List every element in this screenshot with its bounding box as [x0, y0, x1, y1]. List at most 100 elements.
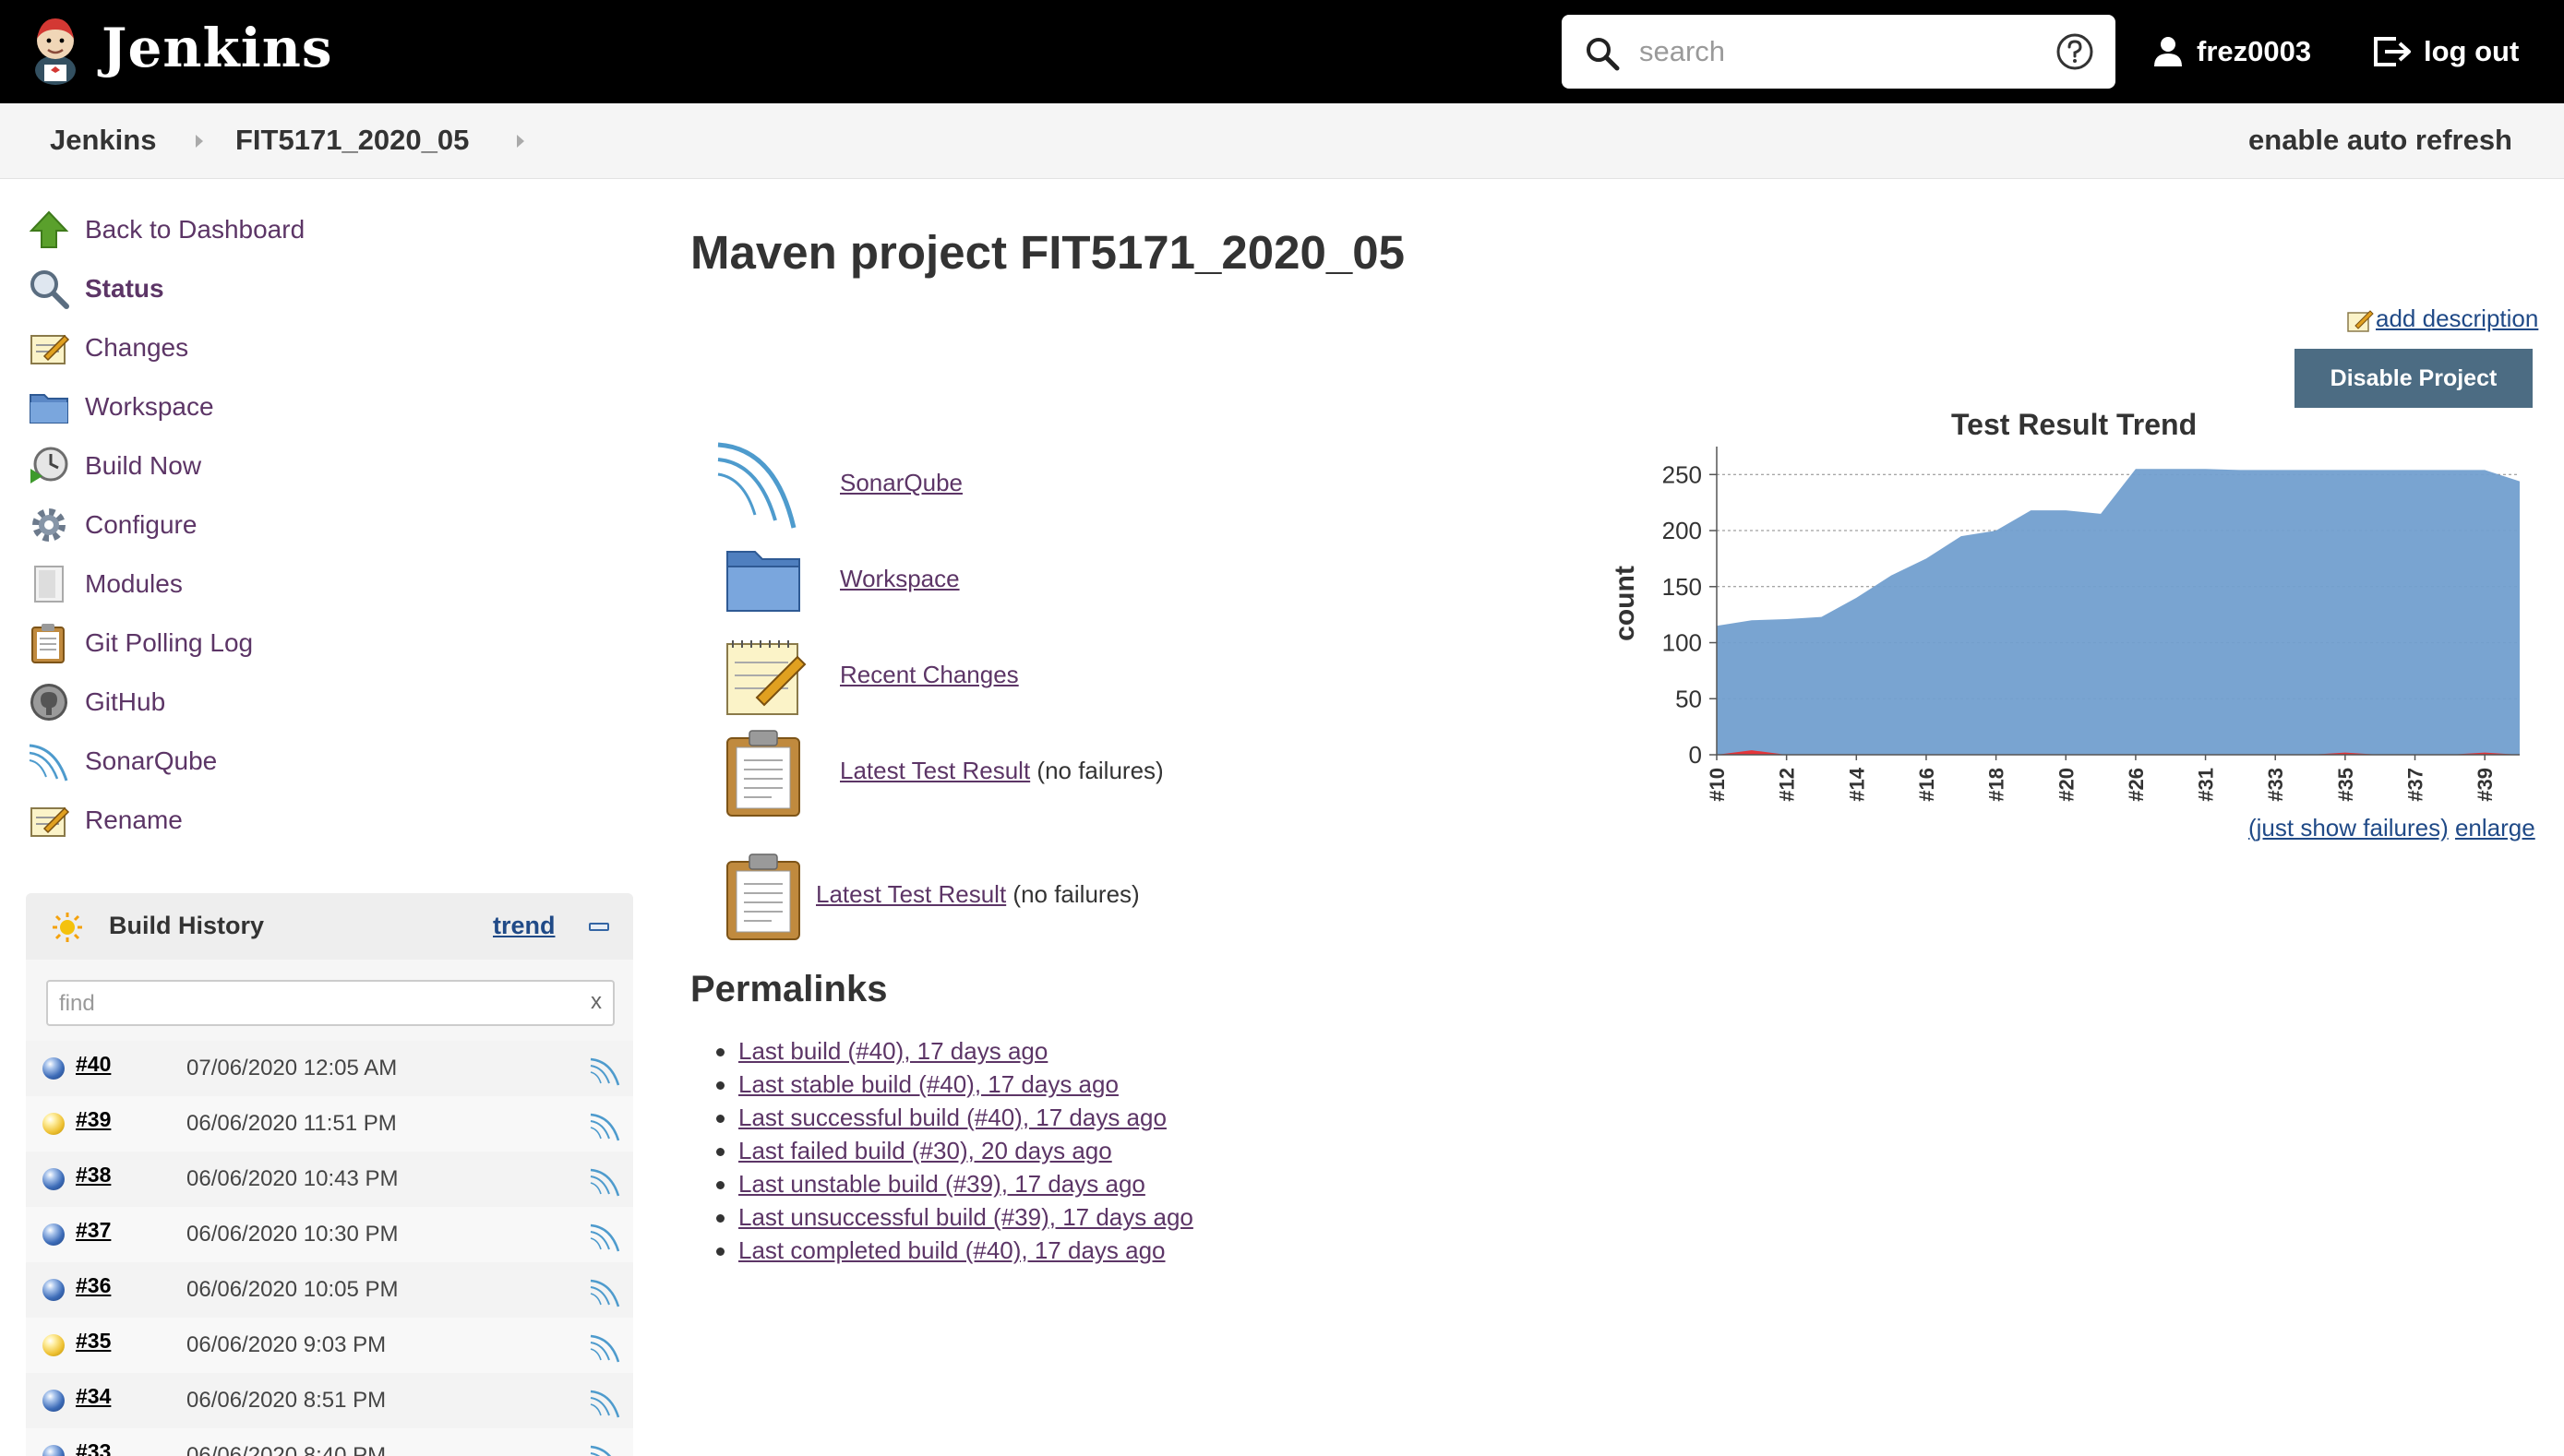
build-number-link[interactable]: #33 [76, 1439, 111, 1456]
clipboard-icon[interactable] [725, 729, 803, 818]
permalink-last-unsuccessful-build[interactable]: Last unsuccessful build (#39), 17 days a… [738, 1203, 1193, 1231]
task-sonarqube[interactable]: SonarQube [28, 738, 217, 784]
logout-label: log out [2424, 35, 2520, 67]
disable-project-button[interactable]: Disable Project [2294, 349, 2533, 408]
build-date[interactable]: 06/06/2020 9:03 PM [186, 1332, 386, 1358]
permalink-last-successful-build[interactable]: Last successful build (#40), 17 days ago [738, 1104, 1167, 1131]
notepad-icon [30, 334, 70, 364]
sonarqube-link[interactable]: SonarQube [840, 469, 963, 497]
clock-play-icon [30, 447, 68, 483]
clipboard-icon[interactable] [725, 853, 803, 941]
task-git-polling-log[interactable]: Git Polling Log [28, 620, 253, 666]
build-date[interactable]: 06/06/2020 11:51 PM [186, 1111, 397, 1137]
help-icon[interactable] [2055, 31, 2095, 72]
build-number-link[interactable]: #38 [76, 1163, 111, 1187]
enable-auto-refresh-link[interactable]: enable auto refresh [2248, 124, 2512, 157]
x-tick-label: #14 [1845, 767, 1868, 801]
top-header: Jenkins frez0003 log out [0, 0, 2564, 103]
task-label: GitHub [85, 687, 166, 716]
sonarqube-icon[interactable] [716, 437, 809, 530]
breadcrumb: Jenkins FIT5171_2020_05 enable auto refr… [0, 103, 2564, 179]
sun-weather-icon [53, 913, 82, 942]
task-workspace[interactable]: Workspace [28, 384, 214, 430]
just-show-failures-link[interactable]: (just show failures) [2248, 814, 2449, 841]
jenkins-logo-icon[interactable] [26, 13, 85, 87]
build-number-link[interactable]: #36 [76, 1273, 111, 1298]
task-label: Workspace [85, 392, 214, 421]
task-rename[interactable]: Rename [28, 797, 183, 843]
notepad-icon[interactable] [724, 635, 807, 716]
build-status-ball-icon [42, 1445, 65, 1456]
build-number-link[interactable]: #37 [76, 1218, 111, 1243]
x-tick-label: #33 [2264, 768, 2287, 802]
task-label: Git Polling Log [85, 628, 254, 657]
task-label: Back to Dashboard [85, 215, 306, 244]
build-number-link[interactable]: #35 [76, 1329, 111, 1354]
test-result-trend-chart[interactable]: 0 50 100 150 200 250 #10 #12 #14 #16 #18 #20 #26 #31 #… [1606, 443, 2538, 812]
sonarqube-icon[interactable] [589, 1388, 620, 1419]
enlarge-link[interactable]: enlarge [2455, 814, 2535, 841]
latest-test-result-link[interactable]: Latest Test Result [840, 757, 1030, 785]
sonarqube-icon[interactable] [589, 1111, 620, 1142]
sonarqube-icon[interactable] [589, 1166, 620, 1198]
task-modules[interactable]: Modules [28, 561, 183, 607]
sonarqube-icon[interactable] [589, 1443, 620, 1456]
build-number-link[interactable]: #40 [76, 1052, 111, 1077]
permalink-last-stable-build[interactable]: Last stable build (#40), 17 days ago [738, 1070, 1119, 1098]
task-github[interactable]: GitHub [28, 679, 165, 725]
sonarqube-icon[interactable] [589, 1056, 620, 1087]
permalink-last-unstable-build[interactable]: Last unstable build (#39), 17 days ago [738, 1170, 1145, 1198]
sonarqube-icon[interactable] [589, 1222, 620, 1253]
y-tick-label: 150 [1662, 573, 1702, 601]
build-number-link[interactable]: #34 [76, 1384, 111, 1409]
build-date[interactable]: 06/06/2020 10:43 PM [186, 1166, 399, 1192]
task-build-now[interactable]: Build Now [28, 443, 201, 489]
build-status-ball-icon [42, 1390, 65, 1412]
build-date[interactable]: 07/06/2020 12:05 AM [186, 1056, 397, 1081]
build-history-header: Build History trend [26, 893, 633, 960]
collapse-icon[interactable] [589, 923, 609, 931]
sonarqube-icon[interactable] [589, 1332, 620, 1364]
permalink-last-failed-build[interactable]: Last failed build (#30), 20 days ago [738, 1137, 1112, 1164]
breadcrumb-separator-icon[interactable] [517, 135, 524, 148]
build-status-ball-icon [42, 1057, 65, 1080]
username: frez0003 [2197, 35, 2312, 67]
task-status[interactable]: Status [28, 266, 164, 312]
notepad-icon [30, 806, 70, 837]
workspace-link[interactable]: Workspace [840, 565, 960, 593]
build-date[interactable]: 06/06/2020 8:51 PM [186, 1388, 386, 1414]
folder-icon[interactable] [724, 541, 803, 615]
task-changes[interactable]: Changes [28, 325, 188, 371]
recent-changes-link[interactable]: Recent Changes [840, 661, 1019, 689]
y-tick-label: 250 [1662, 460, 1702, 488]
user-menu[interactable]: frez0003 [2152, 26, 2311, 78]
chart-title: Test Result Trend [1951, 408, 2198, 441]
logout-link[interactable]: log out [2372, 26, 2519, 78]
brand-title[interactable]: Jenkins [102, 17, 333, 79]
latest-test-result-row-2: Latest Test Result (no failures) [816, 880, 1140, 909]
x-tick-label: #18 [1985, 768, 2008, 802]
sonarqube-icon[interactable] [589, 1277, 620, 1308]
permalink-item: Last completed build (#40), 17 days ago [716, 1236, 1166, 1265]
latest-test-result-link[interactable]: Latest Test Result [816, 880, 1006, 909]
build-date[interactable]: 06/06/2020 8:40 PM [186, 1443, 386, 1456]
task-label: Modules [85, 569, 183, 598]
build-date[interactable]: 06/06/2020 10:30 PM [186, 1222, 399, 1247]
permalink-last-completed-build[interactable]: Last completed build (#40), 17 days ago [738, 1236, 1166, 1264]
task-configure[interactable]: Configure [28, 502, 197, 548]
up-arrow-icon [29, 210, 69, 248]
build-filter: x [46, 980, 615, 1026]
breadcrumb-jenkins[interactable]: Jenkins [50, 124, 156, 157]
task-back-to-dashboard[interactable]: Back to Dashboard [28, 207, 305, 253]
breadcrumb-separator-icon[interactable] [196, 135, 203, 148]
breadcrumb-project[interactable]: FIT5171_2020_05 [235, 124, 469, 157]
permalink-last-build[interactable]: Last build (#40), 17 days ago [738, 1037, 1048, 1065]
clear-filter-button[interactable]: x [591, 989, 602, 1015]
y-tick-label: 0 [1689, 741, 1702, 769]
build-filter-input[interactable] [59, 987, 576, 1020]
build-date[interactable]: 06/06/2020 10:05 PM [186, 1277, 399, 1303]
search-input[interactable] [1639, 28, 2027, 76]
trend-link[interactable]: trend [493, 912, 556, 940]
add-description-link[interactable]: add description [2346, 304, 2538, 333]
build-number-link[interactable]: #39 [76, 1107, 111, 1132]
